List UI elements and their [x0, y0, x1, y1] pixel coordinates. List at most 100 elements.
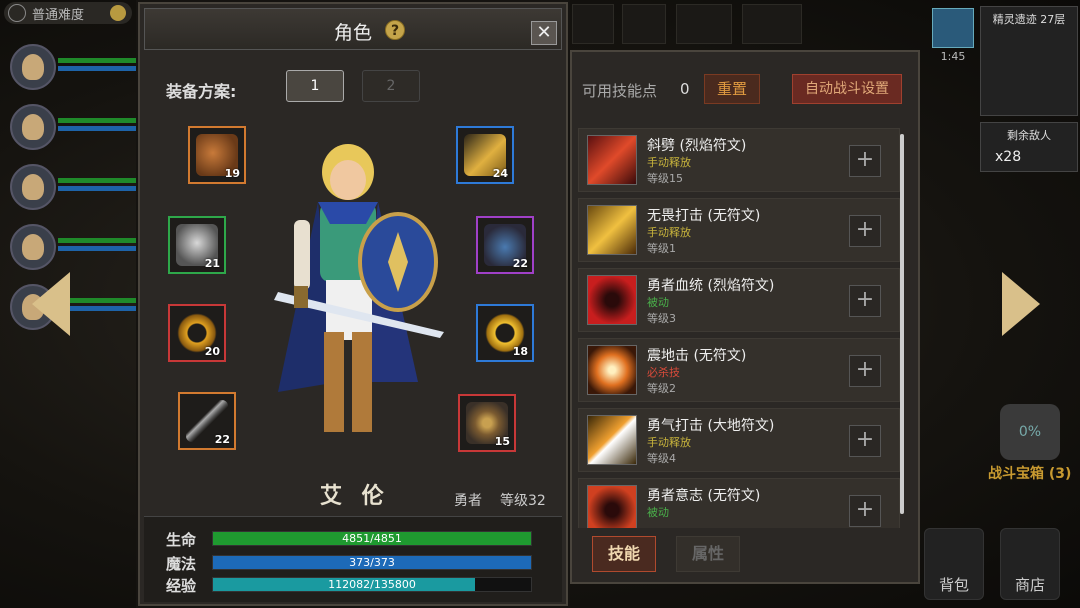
top-slot-item-2: [742, 4, 802, 44]
party-member-1[interactable]: [10, 44, 138, 92]
party-member-4[interactable]: [10, 224, 138, 272]
help-icon[interactable]: ?: [385, 20, 405, 40]
loadout-2-button[interactable]: 2: [362, 70, 420, 102]
skill-type: 手动释放: [647, 226, 691, 239]
loadout-1-button[interactable]: 1: [286, 70, 344, 102]
battle-chest-button[interactable]: 0%: [1000, 404, 1060, 460]
item-level: 19: [224, 167, 240, 180]
top-slot-feather: [572, 4, 614, 44]
top-slot-item: [676, 4, 732, 44]
amulet-slot[interactable]: 24: [456, 126, 514, 184]
helmet-slot[interactable]: 19: [188, 126, 246, 184]
xp-text: 112082/135800: [328, 578, 416, 591]
mp-text: 373/373: [349, 556, 395, 569]
skill-name: 斜劈 (烈焰符文): [647, 138, 747, 154]
skill-row[interactable]: 震地击 (无符文) 必杀技 等级2 +: [578, 338, 900, 402]
skill-name: 无畏打击 (无符文): [647, 208, 761, 224]
hp-bar: [58, 178, 138, 183]
item-level: 24: [492, 167, 508, 180]
skill-row[interactable]: 勇者意志 (无符文) 被动 +: [578, 478, 900, 528]
mp-bar: [58, 186, 138, 191]
hero-name: 艾 伦: [320, 484, 390, 509]
courage-strike-icon: [587, 415, 637, 465]
skills-panel: 可用技能点 0 重置 自动战斗设置 斜劈 (烈焰符文) 手动释放 等级15 + 无畏打击…: [570, 50, 920, 584]
hero-class: 勇者: [454, 493, 482, 509]
weapon-slot[interactable]: 22: [178, 392, 236, 450]
xp-label: 经验: [166, 577, 197, 595]
loadout-label: 装备方案:: [166, 82, 237, 101]
hp-bar: [58, 298, 138, 303]
item-level: 18: [512, 345, 528, 358]
skill-points-value: 0: [680, 80, 690, 98]
reset-button[interactable]: 重置: [704, 74, 760, 104]
floor-label: 精灵遗迹 27层: [992, 13, 1066, 26]
skill-type: 手动释放: [647, 156, 691, 169]
add-skill-point-button[interactable]: +: [849, 145, 881, 177]
avatar: [10, 164, 56, 210]
mp-label: 魔法: [166, 555, 197, 573]
skill-level: 等级3: [647, 312, 676, 325]
skill-type: 被动: [647, 296, 669, 309]
settings-icon: [8, 4, 26, 22]
item-level: 22: [214, 433, 230, 446]
skill-level: 等级2: [647, 382, 676, 395]
ring-slot-right[interactable]: 18: [476, 304, 534, 362]
skill-name: 震地击 (无符文): [647, 348, 747, 364]
boots-slot[interactable]: 22: [476, 216, 534, 274]
skill-row[interactable]: 勇气打击 (大地符文) 手动释放等级4 +: [578, 408, 900, 472]
speed-icon[interactable]: [932, 8, 974, 48]
stats-panel: 生命 4851/4851 魔法 373/373 经验 112082/135800: [144, 516, 562, 602]
add-skill-point-button[interactable]: +: [849, 215, 881, 247]
add-skill-point-button[interactable]: +: [849, 355, 881, 387]
mp-bar: [58, 126, 138, 131]
add-skill-point-button[interactable]: +: [849, 425, 881, 457]
scrollbar-thumb[interactable]: [900, 134, 904, 514]
shop-button[interactable]: 商店: [1000, 528, 1060, 600]
skill-type: 手动释放: [647, 436, 691, 449]
skill-row[interactable]: 勇者血统 (烈焰符文) 被动等级3 +: [578, 268, 900, 332]
shield-slot[interactable]: 15: [458, 394, 516, 452]
tab-attributes[interactable]: 属性: [676, 536, 740, 572]
backpack-button[interactable]: 背包: [924, 528, 984, 600]
item-level: 21: [204, 257, 220, 270]
minimap[interactable]: 精灵遗迹 27层: [980, 6, 1078, 116]
ring-slot-left[interactable]: 20: [168, 304, 226, 362]
party-member-2[interactable]: [10, 104, 138, 152]
hp-bar: [58, 58, 138, 63]
next-hero-arrow-icon[interactable]: [1002, 272, 1040, 336]
skill-name: 勇者血统 (烈焰符文): [647, 278, 775, 294]
top-slot-lock: [622, 4, 666, 44]
party-member-3[interactable]: [10, 164, 138, 212]
backpack-label: 背包: [938, 576, 969, 594]
tab-skills[interactable]: 技能: [592, 536, 656, 572]
add-skill-point-button[interactable]: +: [849, 285, 881, 317]
party-member-5[interactable]: [10, 284, 138, 332]
skill-row[interactable]: 斜劈 (烈焰符文) 手动释放 等级15 +: [578, 128, 900, 192]
armor-slot[interactable]: 21: [168, 216, 226, 274]
auto-battle-settings-button[interactable]: 自动战斗设置: [792, 74, 902, 104]
difficulty-badge[interactable]: 普通难度: [4, 2, 132, 24]
panel-title: 角色: [333, 22, 372, 44]
enemies-count: x28: [995, 149, 1022, 165]
shop-label: 商店: [1014, 576, 1045, 594]
prev-hero-arrow-icon[interactable]: [32, 272, 70, 336]
battle-chest-label: 战斗宝箱 (3): [988, 466, 1072, 482]
skill-name: 勇气打击 (大地符文): [647, 418, 775, 434]
title-bar: 角色 ? ✕: [144, 8, 562, 50]
skill-row[interactable]: 无畏打击 (无符文) 手动释放 等级1 +: [578, 198, 900, 262]
skill-type: 被动: [647, 506, 669, 519]
add-skill-point-button[interactable]: +: [849, 495, 881, 527]
item-level: 15: [494, 435, 510, 448]
quake-icon: [587, 345, 637, 395]
close-button[interactable]: ✕: [531, 21, 557, 45]
skill-points-label: 可用技能点: [582, 82, 658, 100]
mp-bar: [58, 246, 138, 251]
will-icon: [587, 485, 637, 528]
skill-list: 斜劈 (烈焰符文) 手动释放 等级15 + 无畏打击 (无符文) 手动释放 等级1 + 勇者血统…: [578, 128, 904, 528]
skill-level: 等级4: [647, 452, 676, 465]
hero-portrait: [274, 144, 444, 432]
bloodline-icon: [587, 275, 637, 325]
mp-bar: [58, 66, 138, 71]
avatar: [10, 44, 56, 90]
enemies-label: 剩余敌人: [1007, 129, 1051, 142]
